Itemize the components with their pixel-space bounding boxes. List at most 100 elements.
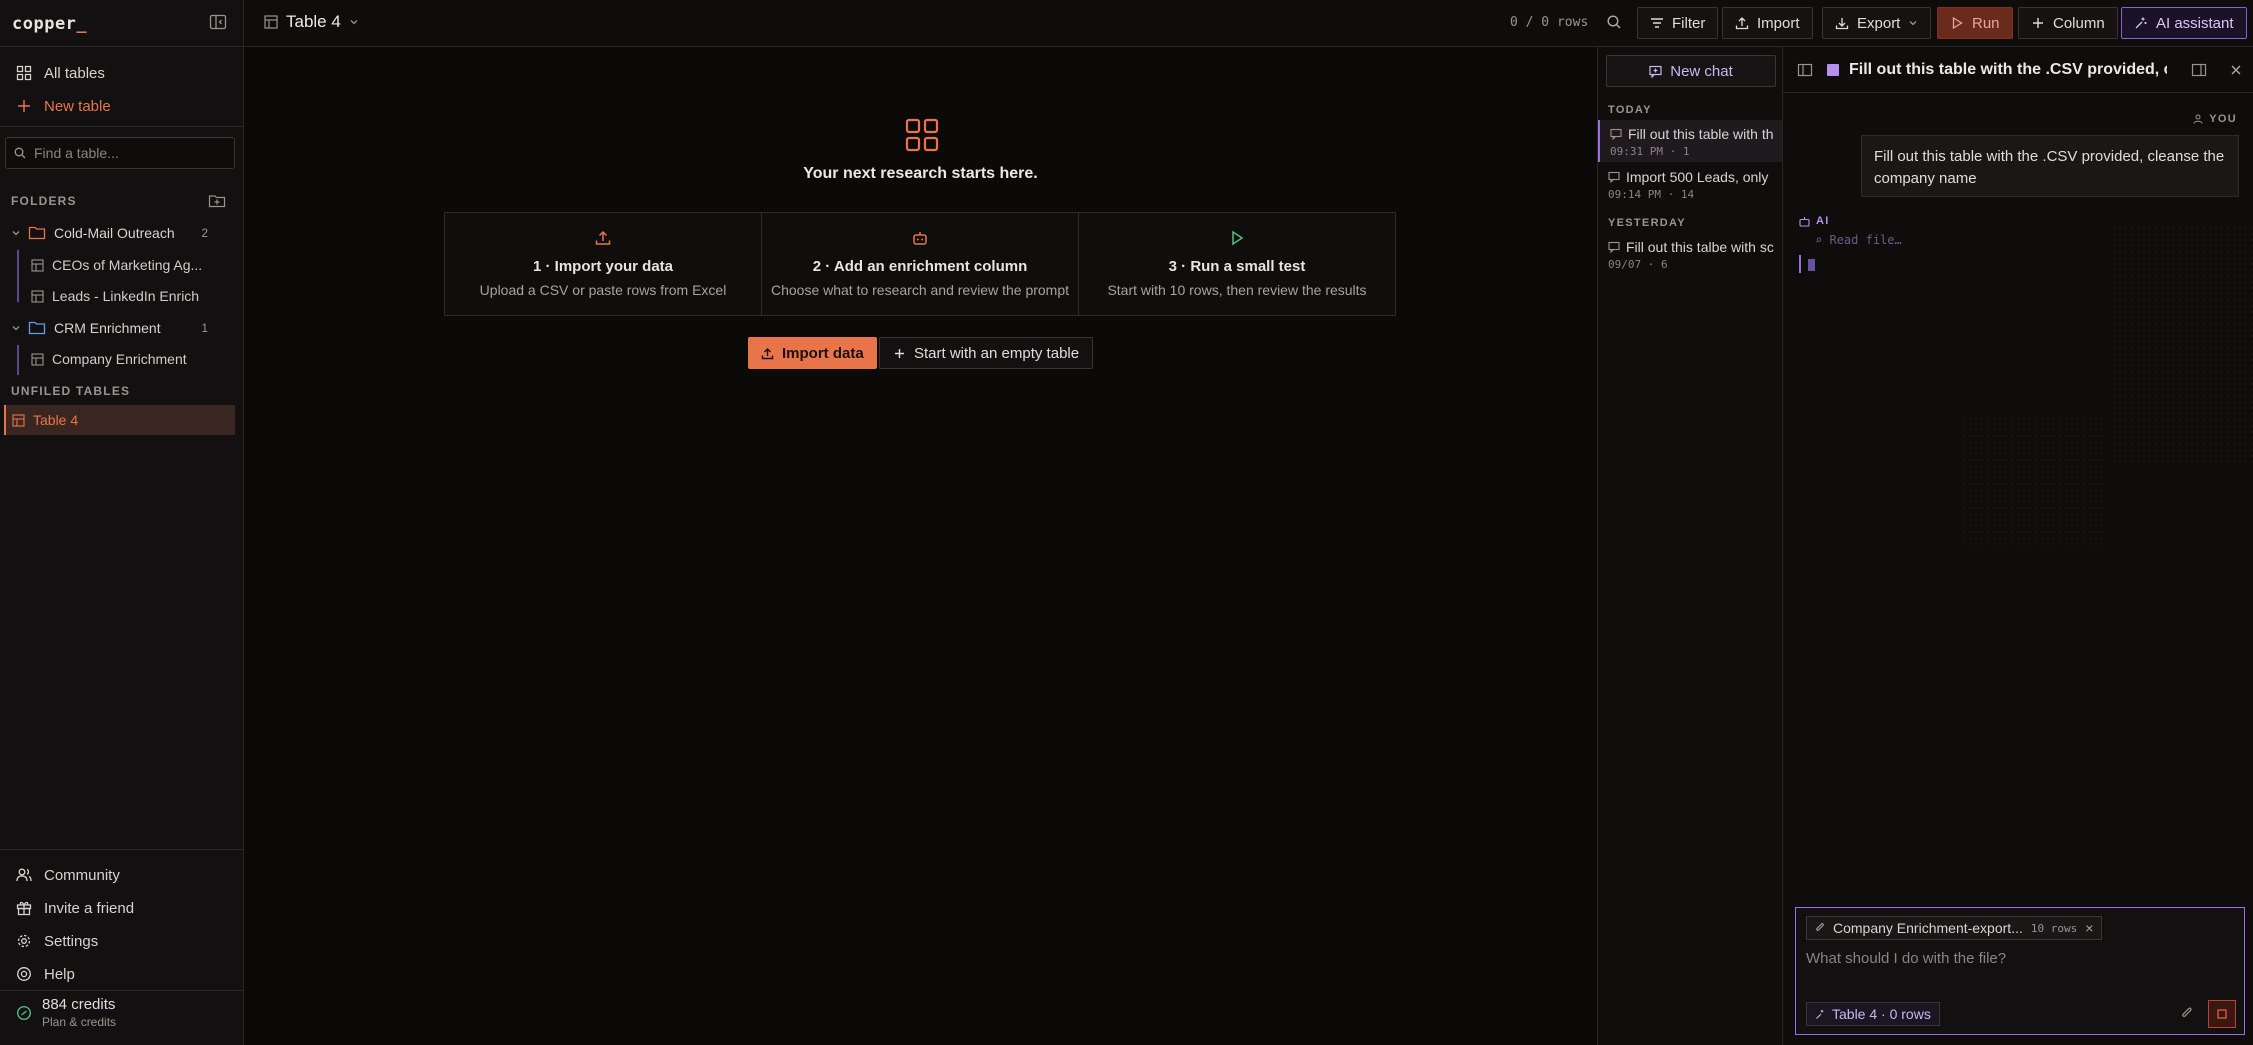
folder-count: 2 — [201, 226, 208, 240]
history-item-meta: 09:14 PM · 14 — [1608, 188, 1695, 201]
history-item-title: Fill out this table with th — [1628, 126, 1774, 142]
close-icon[interactable] — [2229, 63, 2243, 77]
nav-new-table-label: New table — [44, 97, 111, 115]
sidebar-table-active[interactable]: Table 4 — [4, 405, 235, 435]
attachment-chip[interactable]: Company Enrichment-export... 10 rows × — [1806, 916, 2103, 940]
app-logo[interactable]: copper_ — [12, 14, 87, 34]
sparkle-icon — [2135, 17, 2147, 29]
step-run[interactable]: 3 · Run a small test Start with 10 rows,… — [1079, 213, 1395, 315]
chat-input[interactable] — [1806, 950, 2226, 967]
chat-color-marker — [1827, 64, 1839, 76]
nav-help[interactable]: Help — [16, 962, 75, 986]
remove-attachment-icon[interactable]: × — [2085, 920, 2093, 936]
import-label: Import — [1757, 14, 1800, 32]
history-item-title: Import 500 Leads, only — [1626, 169, 1769, 185]
chat-history: New chat TODAY Fill out this table with … — [1597, 47, 1783, 1045]
table-name: Leads - LinkedIn Enrich — [52, 288, 200, 304]
step-enrich[interactable]: 2 · Add an enrichment column Choose what… — [762, 213, 1079, 315]
empty-table-label: Start with an empty table — [914, 344, 1080, 362]
topbar: Table 4 0 / 0 rows Filter Import Export … — [244, 0, 2253, 47]
step-title: 3 · Run a small test — [1168, 258, 1306, 275]
history-item[interactable]: Import 500 Leads, only 09:14 PM · 14 — [1598, 163, 1782, 205]
export-label: Export — [1857, 14, 1901, 32]
attach-file-icon[interactable] — [2180, 1006, 2194, 1022]
chat-composer[interactable]: Company Enrichment-export... 10 rows × T… — [1795, 907, 2245, 1035]
history-item-title: Fill out this talbe with sc — [1626, 239, 1774, 255]
sidebar-table-leads[interactable]: Leads - LinkedIn Enrich — [31, 283, 231, 309]
credits-link[interactable]: 884 credits Plan & credits — [16, 996, 116, 1029]
upload-icon — [1735, 17, 1749, 30]
divider — [0, 849, 243, 850]
context-chip[interactable]: Table 4 · 0 rows — [1806, 1002, 1940, 1026]
sidebar: copper_ All tables New table FOLDERS Col… — [0, 0, 244, 1045]
nav-settings[interactable]: Settings — [16, 929, 98, 953]
import-data-button[interactable]: Import data — [748, 337, 877, 369]
new-chat-button[interactable]: New chat — [1606, 55, 1776, 87]
run-button[interactable]: Run — [1937, 7, 2013, 39]
download-icon — [1835, 18, 1849, 30]
tree-line — [17, 345, 19, 375]
nav-community[interactable]: Community — [16, 863, 120, 887]
ai-chat-panel: Fill out this table with the .CSV provid… — [1783, 47, 2253, 1045]
ai-label-text: AI — [1816, 215, 1830, 227]
upload-icon — [761, 347, 774, 359]
page-title: Table 4 — [286, 12, 341, 31]
table-title-dropdown[interactable]: Table 4 — [264, 12, 359, 32]
sidebar-table-ceos[interactable]: CEOs of Marketing Ag... — [31, 252, 231, 278]
empty-table-button[interactable]: Start with an empty table — [879, 337, 1094, 369]
play-icon — [1952, 16, 1963, 30]
chat-icon — [1608, 241, 1620, 253]
folders-label: FOLDERS — [11, 194, 77, 208]
history-item[interactable]: Fill out this talbe with sc 09/07 · 6 — [1598, 233, 1782, 275]
step-desc: Start with 10 rows, then review the resu… — [1107, 282, 1367, 298]
table-name: Table 4 — [33, 412, 79, 428]
user-icon — [2193, 114, 2203, 124]
nav-all-tables[interactable]: All tables — [16, 61, 105, 85]
divider — [0, 990, 243, 991]
chevron-down-icon — [1909, 21, 1917, 26]
nav-label: Help — [44, 965, 75, 983]
folder-cold-mail-outreach[interactable]: Cold-Mail Outreach 2 — [10, 220, 232, 246]
divider — [0, 126, 243, 127]
add-column-button[interactable]: Column — [2018, 7, 2118, 39]
help-icon — [17, 967, 31, 981]
import-data-label: Import data — [782, 344, 864, 362]
toggle-history-icon[interactable] — [1797, 62, 1813, 78]
filter-label: Filter — [1672, 14, 1706, 32]
history-group-label: TODAY — [1608, 104, 1652, 116]
paperclip-icon: ⌕ — [1815, 233, 1823, 247]
chat-header: Fill out this table with the .CSV provid… — [1783, 47, 2253, 93]
nav-invite-friend[interactable]: Invite a friend — [16, 896, 134, 920]
ai-assistant-button[interactable]: AI assistant — [2121, 7, 2247, 39]
sidebar-table-company-enrichment[interactable]: Company Enrichment — [31, 346, 231, 372]
chevron-down-icon — [12, 326, 20, 331]
run-label: Run — [1972, 14, 2000, 32]
step-desc: Upload a CSV or paste rows from Excel — [479, 282, 727, 298]
upload-icon — [595, 230, 611, 245]
stop-button[interactable] — [2208, 1000, 2236, 1028]
folder-crm-enrichment[interactable]: CRM Enrichment 1 — [10, 315, 232, 341]
empty-state-heading: Your next research starts here. — [803, 165, 1038, 182]
collapse-sidebar-icon[interactable] — [208, 12, 228, 32]
history-item[interactable]: Fill out this table with th 09:31 PM · 1 — [1598, 120, 1782, 162]
table-name: Company Enrichment — [52, 351, 187, 367]
table-search[interactable] — [5, 137, 235, 169]
step-import[interactable]: 1 · Import your data Upload a CSV or pas… — [445, 213, 762, 315]
nav-new-table[interactable]: New table — [16, 94, 111, 118]
bot-icon — [913, 232, 927, 245]
filter-button[interactable]: Filter — [1637, 7, 1719, 39]
bot-icon — [1799, 216, 1810, 227]
ai-assistant-label: AI assistant — [2156, 14, 2234, 32]
table-icon — [31, 352, 44, 366]
import-button[interactable]: Import — [1722, 7, 1813, 39]
step-title: 2 · Add an enrichment column — [812, 258, 1028, 275]
search-icon — [14, 147, 26, 159]
table-search-input[interactable] — [34, 145, 214, 161]
table-icon — [31, 289, 44, 303]
attachment-rows: 10 rows — [2030, 921, 2078, 935]
filter-icon — [1651, 18, 1663, 28]
new-folder-icon[interactable] — [208, 193, 226, 209]
search-icon[interactable] — [1606, 14, 1622, 30]
export-button[interactable]: Export — [1822, 7, 1932, 39]
expand-panel-icon[interactable] — [2191, 62, 2207, 78]
